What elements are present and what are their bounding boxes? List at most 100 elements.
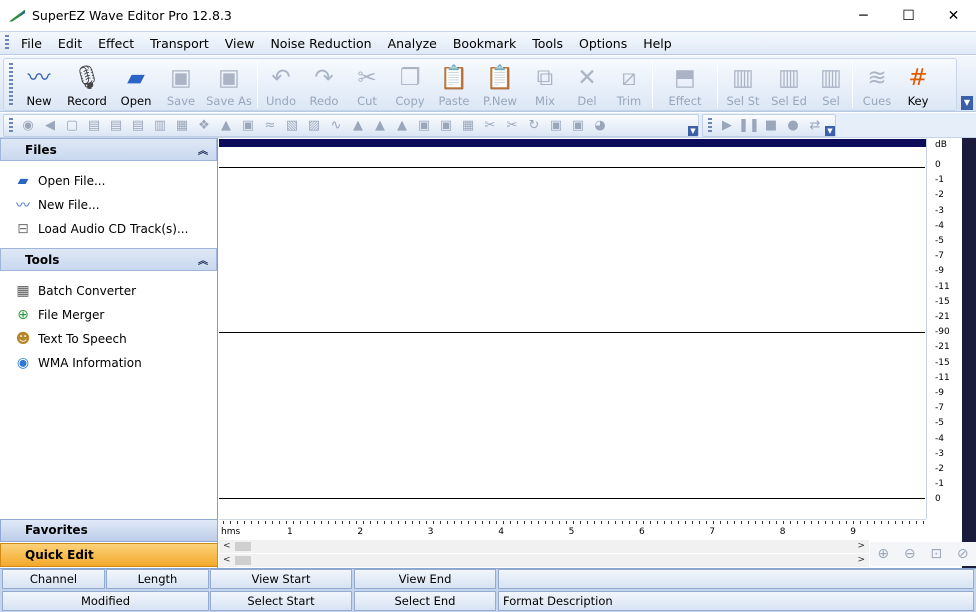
close-button[interactable]: ✕	[931, 0, 976, 31]
file-merger-link[interactable]: ⊕ File Merger	[14, 303, 217, 327]
overview-bar[interactable]	[219, 139, 926, 147]
menu-edit[interactable]: Edit	[50, 36, 90, 51]
effect-tool-icon[interactable]: ▣	[567, 117, 589, 135]
effect-tool-icon[interactable]: ❖	[193, 117, 215, 135]
effect-tool-icon[interactable]: ◀	[39, 117, 61, 135]
loop-icon[interactable]: ⇄	[804, 117, 826, 135]
collapse-chevron-icon[interactable]: ︽	[198, 142, 208, 157]
tools-panel-header[interactable]: Tools ︽	[0, 248, 217, 271]
effect-button[interactable]: ⬒ Effect	[655, 59, 715, 111]
horizontal-scrollbar-zoom[interactable]: < >	[219, 554, 869, 567]
effect-tool-icon[interactable]: ▲	[369, 117, 391, 135]
effect-tool-icon[interactable]: ▤	[83, 117, 105, 135]
cut-button[interactable]: ✂ Cut	[346, 59, 388, 111]
effect-tool-icon[interactable]: ▣	[237, 117, 259, 135]
scroll-right-arrow-icon[interactable]: >	[857, 540, 865, 553]
zoom-selection-icon[interactable]: ⊡	[926, 544, 946, 564]
menu-grip[interactable]	[5, 35, 9, 51]
effect-tool-icon[interactable]: ▲	[347, 117, 369, 135]
effect-tool-icon[interactable]: ▦	[171, 117, 193, 135]
menu-effect[interactable]: Effect	[90, 36, 142, 51]
menu-view[interactable]: View	[217, 36, 263, 51]
quick-edit-tab[interactable]: Quick Edit	[0, 543, 218, 567]
menu-transport[interactable]: Transport	[142, 36, 217, 51]
record-button[interactable]: 🎙 Record	[61, 59, 113, 111]
batch-converter-link[interactable]: ▦ Batch Converter	[14, 279, 217, 303]
zoom-full-icon[interactable]: ⊘	[953, 544, 973, 564]
effect-tool-icon[interactable]: ✂	[479, 117, 501, 135]
effect-tool-icon[interactable]: ✂	[501, 117, 523, 135]
effect-tool-icon[interactable]: ▣	[413, 117, 435, 135]
effect-tool-icon[interactable]: ▲	[391, 117, 413, 135]
effect-tool-icon[interactable]: ▣	[435, 117, 457, 135]
select-start-button[interactable]: ▥ Sel St	[720, 59, 766, 111]
scroll-left-arrow-icon[interactable]: <	[223, 540, 231, 553]
menu-tools[interactable]: Tools	[524, 36, 571, 51]
toolbar-overflow-chevron-icon[interactable]: ▼	[825, 126, 835, 136]
select-end-button[interactable]: ▥ Sel Ed	[766, 59, 812, 111]
wma-information-link[interactable]: ◉ WMA Information	[14, 351, 217, 375]
scroll-right-arrow-icon[interactable]: >	[857, 554, 865, 567]
select-button[interactable]: ▥ Sel	[812, 59, 850, 111]
effect-tool-icon[interactable]: ▥	[149, 117, 171, 135]
effect-tool-icon[interactable]: ▤	[105, 117, 127, 135]
waveform-view[interactable]	[219, 138, 926, 519]
record-icon[interactable]: ●	[782, 117, 804, 135]
toolbar-grip[interactable]	[9, 117, 13, 134]
paste-button[interactable]: 📋 Paste	[432, 59, 476, 111]
pause-icon[interactable]: ❚❚	[738, 117, 760, 135]
files-panel-header[interactable]: Files ︽	[0, 138, 217, 161]
open-file-link[interactable]: ▰ Open File...	[14, 169, 217, 193]
menu-bookmark[interactable]: Bookmark	[445, 36, 524, 51]
effect-tool-icon[interactable]: ▢	[61, 117, 83, 135]
effect-tool-icon[interactable]: ◕	[589, 117, 611, 135]
toolbar-overflow-chevron-icon[interactable]: ▼	[961, 96, 973, 110]
menu-file[interactable]: File	[13, 36, 50, 51]
scroll-thumb[interactable]	[235, 556, 251, 565]
menu-help[interactable]: Help	[635, 36, 680, 51]
menu-analyze[interactable]: Analyze	[380, 36, 445, 51]
toolbar-overflow-chevron-icon[interactable]: ▼	[688, 126, 698, 136]
effect-tool-icon[interactable]: ≈	[259, 117, 281, 135]
effect-tool-icon[interactable]: ∿	[325, 117, 347, 135]
key-button[interactable]: # Key	[899, 59, 937, 111]
scroll-thumb[interactable]	[235, 542, 251, 551]
trim-button[interactable]: ⧄ Trim	[608, 59, 650, 111]
effect-tool-icon[interactable]: ▤	[127, 117, 149, 135]
text-to-speech-link[interactable]: ☻ Text To Speech	[14, 327, 217, 351]
undo-button[interactable]: ↶ Undo	[260, 59, 302, 111]
minimize-button[interactable]: ─	[841, 0, 886, 31]
effect-tool-icon[interactable]: ▣	[545, 117, 567, 135]
cues-button[interactable]: ≋ Cues	[855, 59, 899, 111]
collapse-chevron-icon[interactable]: ︽	[198, 252, 208, 267]
menu-noise-reduction[interactable]: Noise Reduction	[262, 36, 379, 51]
copy-button[interactable]: ❐ Copy	[388, 59, 432, 111]
new-file-link[interactable]: 〰 New File...	[14, 193, 217, 217]
horizontal-scrollbar[interactable]: < >	[219, 540, 869, 553]
favorites-tab[interactable]: Favorites	[0, 519, 218, 542]
paste-new-button[interactable]: 📋 P.New	[476, 59, 524, 111]
effect-tool-icon[interactable]: ▧	[281, 117, 303, 135]
maximize-button[interactable]: ☐	[886, 0, 931, 31]
toolbar-grip[interactable]	[708, 117, 712, 134]
stop-icon[interactable]: ■	[760, 117, 782, 135]
open-button[interactable]: ▰ Open	[113, 59, 159, 111]
save-as-button[interactable]: ▣ Save As	[203, 59, 255, 111]
new-button[interactable]: 〰 New	[17, 59, 61, 111]
mix-button[interactable]: ⧉ Mix	[524, 59, 566, 111]
load-audio-cd-link[interactable]: ⊟ Load Audio CD Track(s)...	[14, 217, 217, 241]
effect-tool-icon[interactable]: ▲	[215, 117, 237, 135]
save-button[interactable]: ▣ Save	[159, 59, 203, 111]
scroll-left-arrow-icon[interactable]: <	[223, 554, 231, 567]
zoom-in-icon[interactable]: ⊕	[873, 544, 893, 564]
zoom-out-icon[interactable]: ⊖	[900, 544, 920, 564]
redo-button[interactable]: ↷ Redo	[302, 59, 346, 111]
effect-tool-icon[interactable]: ▨	[303, 117, 325, 135]
menu-options[interactable]: Options	[571, 36, 635, 51]
delete-button[interactable]: ✕ Del	[566, 59, 608, 111]
effect-tool-icon[interactable]: ◉	[17, 117, 39, 135]
play-icon[interactable]: ▶	[716, 117, 738, 135]
toolbar-grip[interactable]	[9, 63, 13, 107]
effect-tool-icon[interactable]: ↻	[523, 117, 545, 135]
effect-tool-icon[interactable]: ▦	[457, 117, 479, 135]
